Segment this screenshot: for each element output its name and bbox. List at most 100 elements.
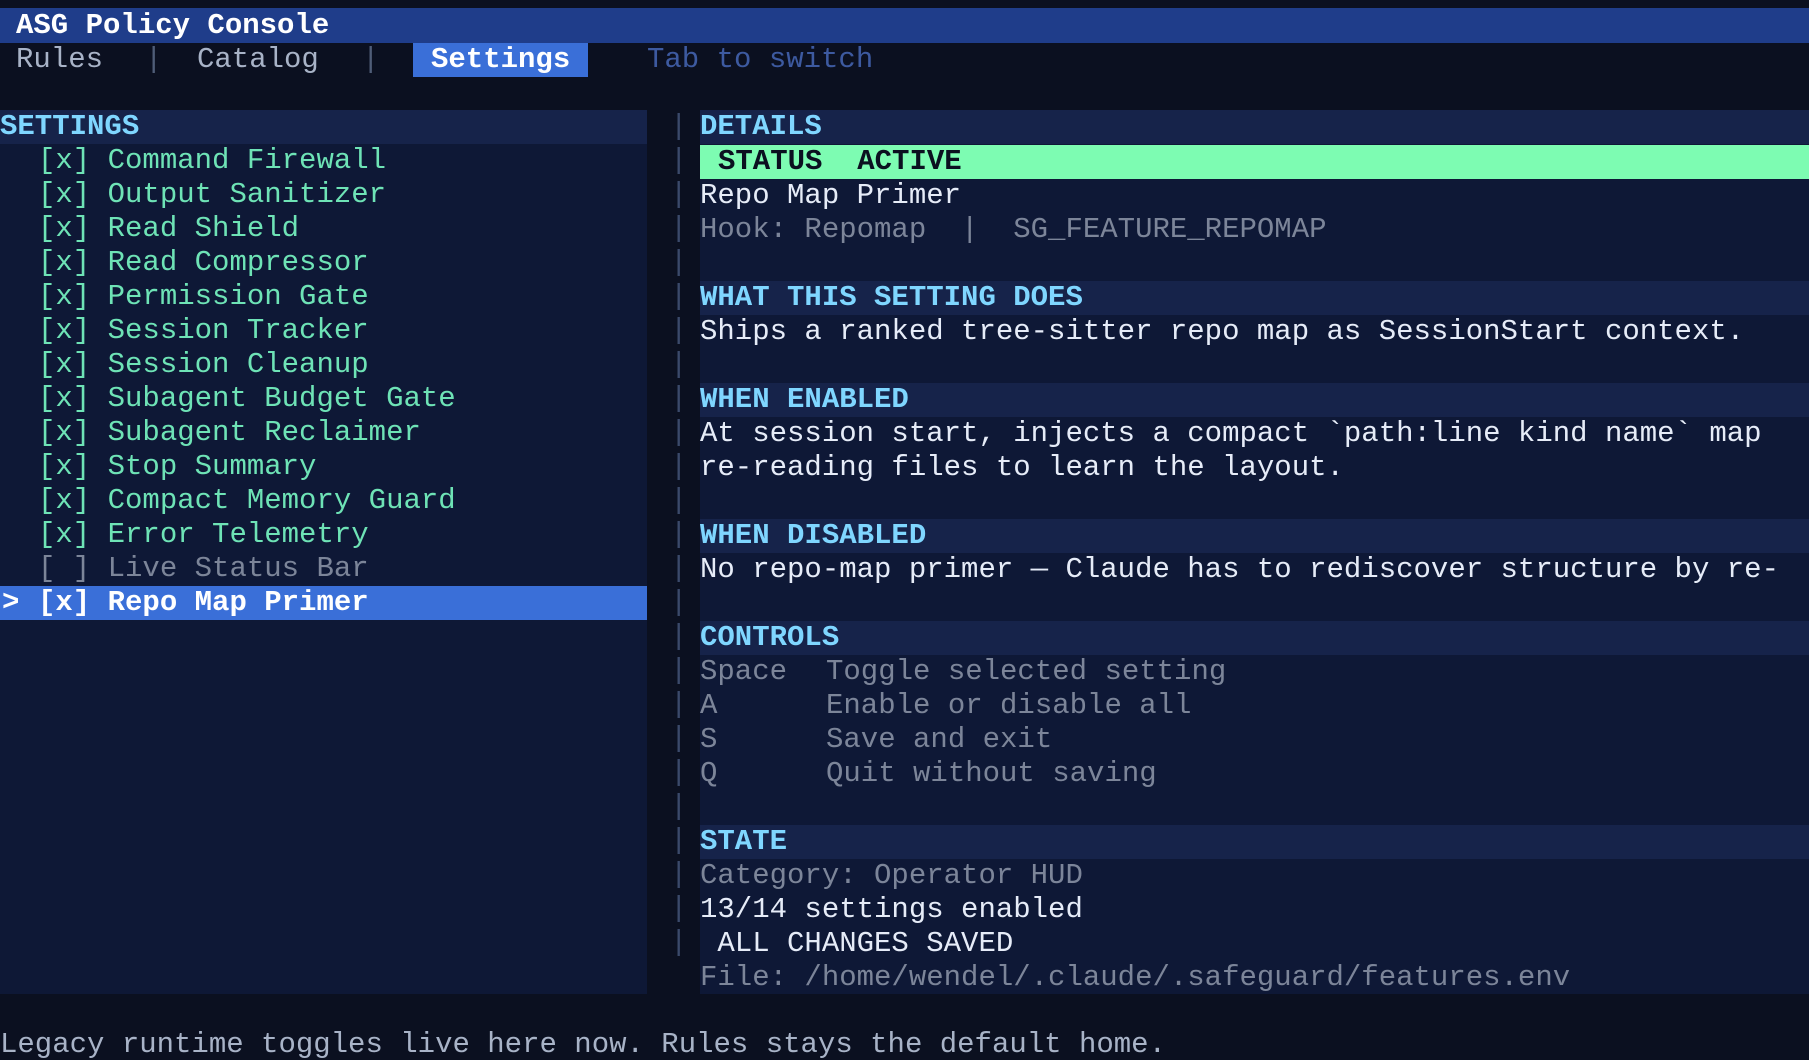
divider-segment: | (670, 484, 688, 517)
setting-checkbox[interactable]: [x] (38, 484, 90, 517)
setting-item[interactable]: [x] Subagent Reclaimer (0, 416, 647, 450)
setting-item[interactable]: [x] Error Telemetry (0, 518, 647, 552)
setting-checkbox[interactable]: [x] (38, 178, 90, 211)
settings-heading: SETTINGS (0, 110, 647, 144)
tab-bar: Rules | Catalog | Settings Tab to switch (0, 43, 1809, 77)
divider-segment: | (670, 178, 688, 211)
hook-line: Hook: Repomap | SG_FEATURE_REPOMAP (700, 213, 1327, 246)
setting-item[interactable]: [x] Output Sanitizer (0, 178, 647, 212)
divider-segment: | (670, 110, 688, 143)
category-line: Category: Operator HUD (700, 859, 1083, 892)
controls-heading: CONTROLS (700, 621, 1809, 655)
divider-segment: | (670, 382, 688, 415)
setting-label: Subagent Reclaimer (107, 416, 421, 449)
setting-item[interactable]: [x] Command Firewall (0, 144, 647, 178)
tab-separator: | (145, 43, 163, 76)
tab-separator: | (362, 43, 380, 76)
divider-segment: | (670, 552, 688, 585)
control-key: S (700, 723, 718, 756)
what-heading: WHAT THIS SETTING DOES (700, 281, 1809, 315)
setting-label: Command Firewall (107, 144, 387, 177)
file-path: File: /home/wendel/.claude/.safeguard/fe… (700, 961, 1571, 994)
setting-checkbox[interactable]: [x] (38, 280, 90, 313)
setting-checkbox[interactable]: [ ] (38, 552, 90, 585)
divider-segment: | (670, 518, 688, 551)
divider-segment: | (670, 756, 688, 789)
divider-segment: | (670, 348, 688, 381)
status-value: ACTIVE (857, 145, 962, 178)
setting-checkbox[interactable]: [x] (38, 586, 90, 619)
setting-item[interactable]: [x] Read Shield (0, 212, 647, 246)
divider-segment: | (670, 450, 688, 483)
terminal-window: ASG Policy Console Rules | Catalog | Set… (0, 0, 1809, 1060)
divider-segment: | (670, 280, 688, 313)
setting-label: Stop Summary (107, 450, 317, 483)
divider-segment: | (670, 620, 688, 653)
setting-label: Subagent Budget Gate (107, 382, 456, 415)
control-description: Quit without saving (826, 757, 1157, 790)
setting-item[interactable]: > [x] Repo Map Primer (0, 586, 647, 620)
status-label: STATUS (718, 145, 823, 178)
footer-message: Legacy runtime toggles live here now. Ru… (0, 1028, 1166, 1060)
enabled-text-line2: re-reading files to learn the layout. (700, 451, 1344, 484)
divider-segment: | (670, 654, 688, 687)
status-badge: STATUS ACTIVE (700, 145, 1809, 179)
enabled-count: 13/14 settings enabled (700, 893, 1083, 926)
control-key: A (700, 689, 718, 722)
setting-label: Repo Map Primer (107, 586, 369, 619)
details-heading: DETAILS (700, 110, 1809, 144)
what-text: Ships a ranked tree-sitter repo map as S… (700, 315, 1745, 348)
tab-switch-hint: Tab to switch (647, 43, 874, 76)
setting-label: Output Sanitizer (107, 178, 387, 211)
divider-segment: | (670, 790, 688, 823)
control-description: Enable or disable all (826, 689, 1192, 722)
enabled-text-line1: At session start, injects a compact `pat… (700, 417, 1762, 450)
setting-name: Repo Map Primer (700, 179, 962, 212)
selection-cursor: > (2, 586, 20, 619)
divider-segment: | (670, 144, 688, 177)
setting-checkbox[interactable]: [x] (38, 382, 90, 415)
control-description: Save and exit (826, 723, 1053, 756)
setting-label: Read Shield (107, 212, 300, 245)
tab-settings[interactable]: Settings (413, 43, 589, 77)
divider-segment: | (670, 246, 688, 279)
divider-segment: | (670, 688, 688, 721)
control-description: Toggle selected setting (826, 655, 1227, 688)
setting-item[interactable]: [x] Permission Gate (0, 280, 647, 314)
setting-label: Session Cleanup (107, 348, 369, 381)
setting-label: Read Compressor (107, 246, 369, 279)
divider-segment: | (670, 212, 688, 245)
app-title: ASG Policy Console (0, 8, 1809, 43)
setting-checkbox[interactable]: [x] (38, 518, 90, 551)
setting-checkbox[interactable]: [x] (38, 212, 90, 245)
divider-segment: | (670, 824, 688, 857)
control-key: Space (700, 655, 788, 688)
state-heading: STATE (700, 825, 1809, 859)
setting-label: Error Telemetry (107, 518, 369, 551)
setting-item[interactable]: [x] Session Tracker (0, 314, 647, 348)
setting-checkbox[interactable]: [x] (38, 246, 90, 279)
setting-label: Live Status Bar (107, 552, 369, 585)
setting-checkbox[interactable]: [x] (38, 416, 90, 449)
tab-catalog[interactable]: Catalog (197, 43, 319, 77)
enabled-heading: WHEN ENABLED (700, 383, 1809, 417)
control-key: Q (700, 757, 718, 790)
divider-segment: | (670, 416, 688, 449)
divider-segment: | (670, 586, 688, 619)
setting-label: Session Tracker (107, 314, 369, 347)
divider-segment: | (670, 858, 688, 891)
setting-item[interactable]: [x] Subagent Budget Gate (0, 382, 647, 416)
tab-rules[interactable]: Rules (16, 43, 103, 77)
divider-segment: | (670, 722, 688, 755)
setting-checkbox[interactable]: [x] (38, 144, 90, 177)
setting-item[interactable]: [x] Compact Memory Guard (0, 484, 647, 518)
setting-checkbox[interactable]: [x] (38, 450, 90, 483)
save-state: ALL CHANGES SAVED (700, 927, 1014, 960)
setting-item[interactable]: [x] Read Compressor (0, 246, 647, 280)
setting-item[interactable]: [ ] Live Status Bar (0, 552, 647, 586)
setting-checkbox[interactable]: [x] (38, 314, 90, 347)
setting-checkbox[interactable]: [x] (38, 348, 90, 381)
setting-item[interactable]: [x] Stop Summary (0, 450, 647, 484)
setting-item[interactable]: [x] Session Cleanup (0, 348, 647, 382)
divider-segment: | (670, 314, 688, 347)
